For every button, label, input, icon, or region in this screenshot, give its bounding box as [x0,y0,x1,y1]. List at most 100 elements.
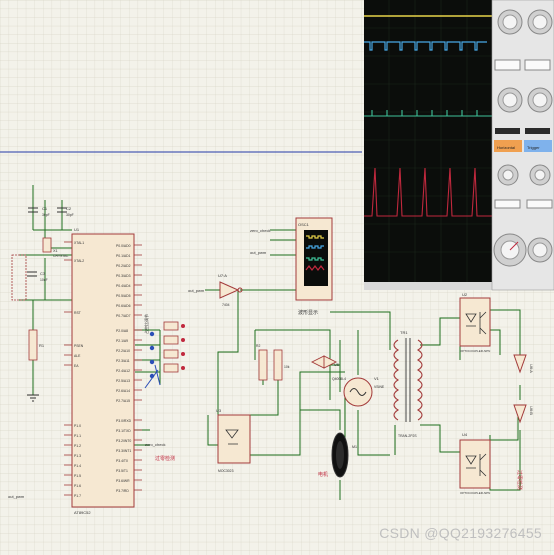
mcu-pin-label: P1.5 [74,474,81,478]
position-button[interactable] [494,59,521,71]
scope-probe-ref: OSC1 [298,222,310,227]
mcu-pin-label: P2.0/A8 [116,329,128,333]
mcu-pin-label: P2.3/A11 [116,359,130,363]
mode-toggle[interactable] [526,199,553,209]
watermark: CSDN @QQ2193276455 [379,525,542,541]
trigger-source-knob[interactable] [527,237,553,263]
mcu-pin-label: P1.1 [74,434,81,438]
optotriac-moc3023[interactable]: U3 MOC3023 [216,408,251,473]
oscilloscope-window[interactable]: Horizontal Trigger [364,0,554,291]
crystal-value: CRYSTAL [53,254,68,258]
buffer-bottom-ref: U6:B [529,406,534,415]
mcu-pin-label: P0.0/AD0 [116,244,131,248]
motor-label: 电机 [318,471,328,478]
label-pwm-in: out_pwm [250,250,267,255]
label-zero-check-in: zero_check [250,228,270,233]
label-zero-check-out: zero_check [145,442,165,447]
source-button[interactable] [524,59,551,71]
transformer-part: TRAN-2P2S [398,434,417,438]
mcu-pin-label: P3.0/RXD [116,419,132,423]
mcu-pin-label: XTAL1 [74,241,84,245]
transformer-ref: TR1 [400,330,408,335]
mcu-pin-label: P0.1/AD1 [116,254,131,258]
inverter-part: 7404 [222,303,230,307]
mcu-pin-label: P3.2/INT0 [116,439,131,443]
mcu-chip[interactable]: XTAL1 XTAL2 RST PSEN ALE EA P1.0 P1.1 P1… [64,227,142,515]
horizontal-label: Horizontal [497,145,515,150]
opto-bottom-ref: U4 [462,432,468,437]
mcu-pin-label: P3.7/RD [116,489,129,493]
mcu-pin-label: P3.1/TXD [116,429,131,433]
mcu-pin-label: P0.2/AD2 [116,264,131,268]
cap-c3-value: 10uF [40,278,48,282]
channel-d-indicator [525,128,550,134]
horizontal-position-knob[interactable] [497,164,519,186]
mcu-pin-label: P2.2/A10 [116,349,130,353]
mcu-pin-label: P3.3/INT1 [116,449,131,453]
mcu-pin-label: ALE [74,354,81,358]
optocoupler-top[interactable]: U2 OPTOCOUPLER-NPN [459,292,491,353]
triac-ref: U5 [334,362,340,367]
mcu-pin-label: P3.5/T1 [116,469,128,473]
motor-ref: M1 [352,445,357,449]
mcu-pin-label: XTAL2 [74,259,84,263]
mcu-pin-label: P3.6/WR [116,479,130,483]
label-out-pwm-inverter: out_pwm [188,288,205,293]
res-r1-ref: R1 [39,343,45,348]
vsource-ref: V1 [374,376,380,381]
channel-c-indicator [495,128,520,134]
res-r2-ref: R2 [256,344,260,348]
cap-c2-value: 30pF [66,213,74,217]
mcu-ref-label: U1 [74,227,80,232]
res-r3-value: 10k [284,365,290,369]
mcu-pin-label: P0.6/AD6 [116,304,131,308]
optotriac-part: MOC3023 [218,469,234,473]
cap-c3-ref: C3 [40,271,46,276]
optocoupler-bottom[interactable]: U4 OPTOCOUPLER-NPN [459,432,491,495]
mcu-pin-label: P2.4/A12 [116,369,130,373]
mcu-pin-label: P1.0 [74,424,81,428]
mcu-pin-label: P2.7/A15 [116,399,130,403]
opto-top-part: OPTOCOUPLER-NPN [460,349,490,353]
label-scope-mark: 波形显示 [298,309,318,316]
mcu-pin-label: RST [74,311,81,315]
channel-c-knob[interactable] [497,87,523,113]
cap-c2-ref: C2 [66,206,72,211]
crystal-ref: X1 [53,249,58,253]
mcu-pin-label: P3.4/T0 [116,459,128,463]
mcu-pin-label: P2.1/A9 [116,339,128,343]
label-display-mark-right: 过零检测 [516,470,523,490]
ac-dc-toggle[interactable] [494,199,521,209]
inverter-ref: U7:A [218,273,227,278]
label-speed-mark: 占空比调节 [143,314,149,334]
mcu-pin-label: P2.6/A14 [116,389,130,393]
trigger-level-knob[interactable] [529,164,551,186]
label-display-mark: 过零检测 [155,455,175,462]
buffer-top-ref: U6:A [529,364,534,373]
opto-top-ref: U2 [462,292,468,297]
opto-bottom-part: OPTOCOUPLER-NPN [460,491,490,495]
mcu-pin-label: P0.3/AD3 [116,274,131,278]
mcu-pin-label: P0.7/AD7 [116,314,131,318]
vsource-value: VSINE [374,385,385,389]
channel-a-knob[interactable] [497,9,523,35]
mcu-pin-label: P0.4/AD4 [116,284,131,288]
label-pwm-out: out_pwm [8,494,25,499]
schematic-canvas[interactable]: XTAL1 XTAL2 RST PSEN ALE EA P1.0 P1.1 P1… [0,0,554,555]
mcu-pin-label: P0.5/AD5 [116,294,131,298]
mcu-pin-label: P1.3 [74,454,81,458]
cap-c1-ref: C1 [42,206,48,211]
triac-part: Q4008L4 [332,377,346,381]
mcu-pin-label: P1.7 [74,494,81,498]
mcu-pin-label: P1.2 [74,444,81,448]
mcu-pin-label: P1.4 [74,464,81,468]
mcu-pin-label: EA [74,364,79,368]
cap-c1-value: 30pF [42,213,50,217]
mcu-pin-label: PSEN [74,344,84,348]
channel-b-knob[interactable] [527,9,553,35]
trigger-label: Trigger [527,145,540,150]
mcu-pin-label: P2.5/A13 [116,379,130,383]
channel-d-knob[interactable] [527,87,553,113]
mcu-part-label: AT89C52 [74,510,91,515]
mcu-pin-label: P1.6 [74,484,81,488]
